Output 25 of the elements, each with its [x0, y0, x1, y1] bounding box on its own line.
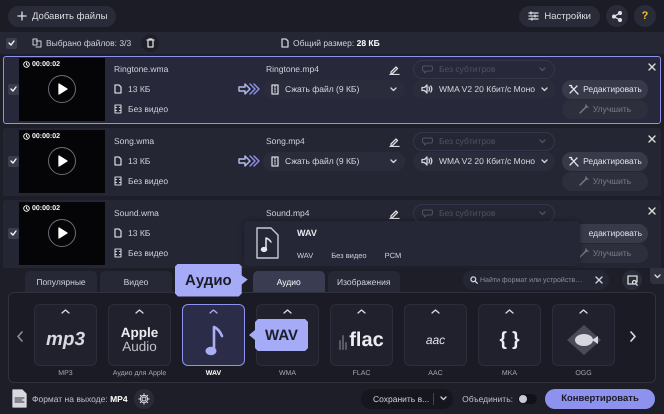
file-name: Ringtone.wma	[113, 64, 170, 74]
output-format: Формат на выходе: MP4	[32, 394, 128, 404]
file-name: Sound.wma	[113, 208, 160, 218]
format-logo: Apple	[120, 326, 158, 340]
selected-count: Выбрано файлов: 3/3	[46, 38, 132, 48]
video-info: Без видео	[128, 104, 168, 114]
file-size: 13 КБ	[128, 156, 150, 166]
format-title: WAV	[297, 228, 318, 238]
format-logo: { }	[499, 330, 520, 349]
tab-tooltip: Аудио	[175, 264, 248, 296]
format-tooltip: WAV	[249, 319, 308, 351]
format-logo: aac	[426, 334, 446, 346]
file-size: 13 КБ	[128, 84, 150, 94]
file-size: 13 КБ	[128, 228, 150, 238]
format-logo: mp3	[46, 330, 86, 349]
total-size: Общий размер: 28 КБ	[293, 38, 380, 48]
format-logo: Audio	[122, 340, 157, 353]
output-name: Sound.mp4	[266, 208, 310, 218]
video-info: Без видео	[128, 248, 168, 258]
merge-label: Объединить:	[462, 394, 513, 404]
video-info: Без видео	[128, 176, 168, 186]
file-name: Song.wma	[113, 136, 156, 146]
output-name: Song.mp4	[266, 136, 305, 146]
output-name: Ringtone.mp4	[266, 64, 319, 74]
format-logo: flac	[349, 330, 384, 350]
